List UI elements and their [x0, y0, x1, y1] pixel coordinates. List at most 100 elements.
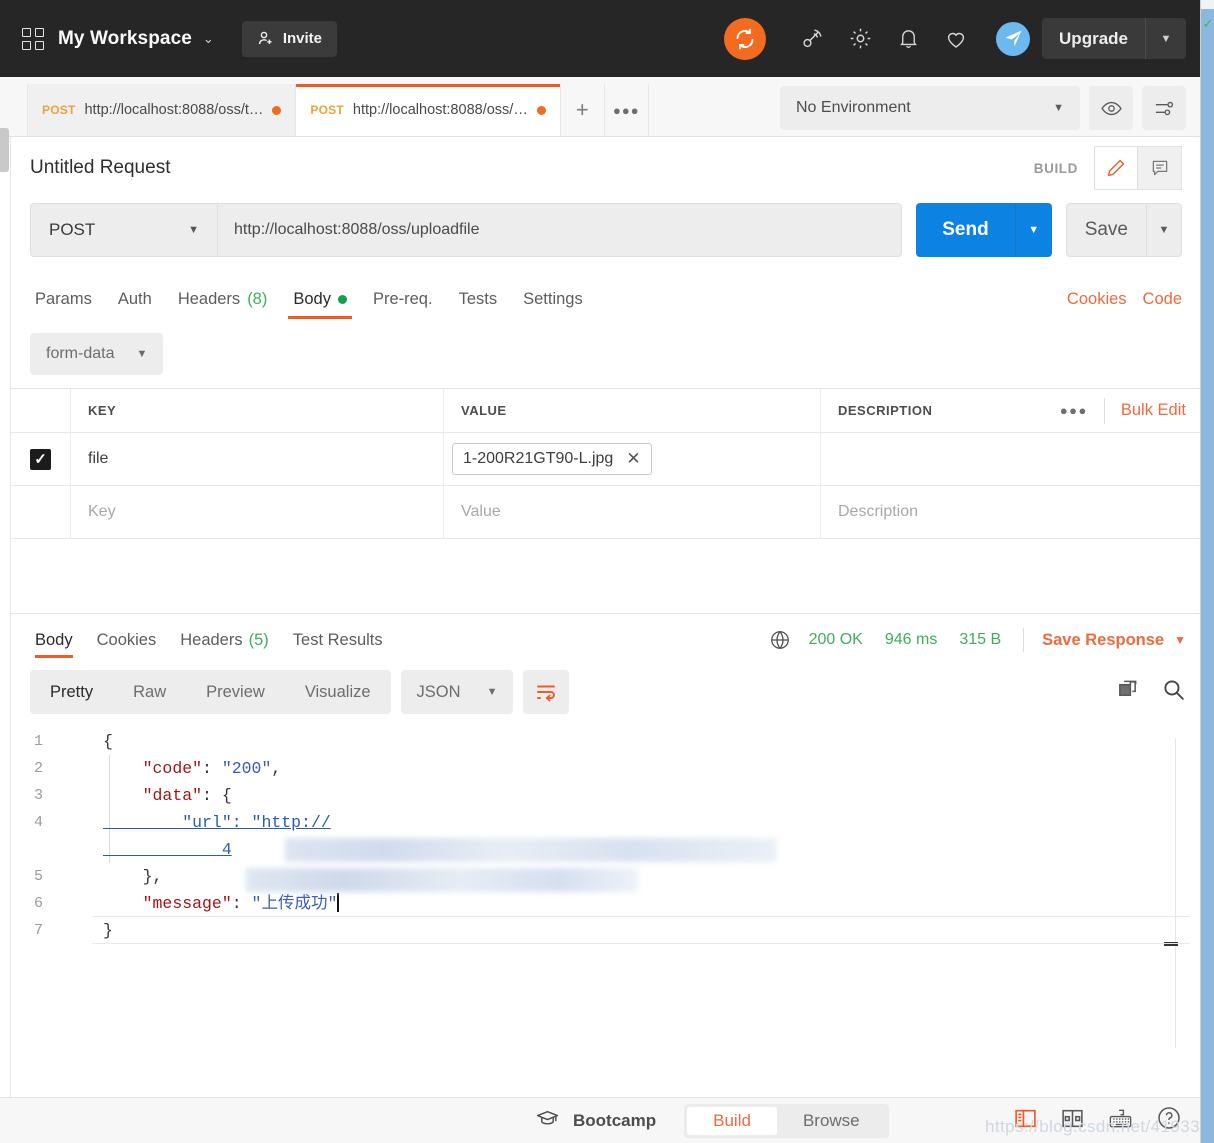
build-mode-button[interactable]: Build [687, 1106, 777, 1135]
environment-quick-look-button[interactable] [1089, 86, 1133, 130]
chevron-down-icon: ▼ [188, 224, 199, 236]
chevron-down-icon[interactable]: ▼ [1147, 204, 1181, 256]
tab-pre-request[interactable]: Pre-req. [360, 279, 446, 319]
postman-window: My Workspace ⌄ Invite Upgrade ▼ POST htt… [0, 0, 1214, 1143]
environment-settings-button[interactable] [1142, 86, 1186, 130]
body-type-label: form-data [46, 345, 115, 362]
format-label: JSON [416, 682, 461, 701]
chevron-down-icon[interactable]: ▼ [1174, 633, 1186, 647]
keyboard-shortcut-icon[interactable] [1107, 1106, 1134, 1136]
code-link[interactable]: Code [1143, 290, 1182, 309]
browse-mode-button[interactable]: Browse [777, 1107, 886, 1135]
response-tab-body[interactable]: Body [30, 614, 85, 666]
page-title[interactable]: Untitled Request [30, 157, 170, 179]
bulk-edit-button[interactable]: Bulk Edit [1105, 401, 1186, 420]
text-caret [337, 893, 340, 912]
response-tab-headers[interactable]: Headers (5) [168, 614, 281, 666]
tab-label: Tests [458, 289, 498, 308]
avatar[interactable] [996, 21, 1031, 56]
send-label: Send [942, 219, 989, 240]
line-number-gutter: 1 2 3 4 5 6 7 [11, 728, 49, 1058]
chevron-down-icon[interactable]: ▼ [1016, 203, 1052, 257]
cookies-link[interactable]: Cookies [1067, 290, 1127, 309]
browser-scrollbar[interactable]: ✓ [1200, 0, 1214, 1143]
search-icon[interactable] [1161, 677, 1186, 707]
sidebar-resize-handle[interactable] [0, 128, 9, 172]
viewer-mode-visualize[interactable]: Visualize [285, 670, 391, 714]
redacted-url-line-1 [285, 838, 777, 862]
response-format-selector[interactable]: JSON ▼ [400, 670, 514, 714]
satellite-icon[interactable] [788, 19, 836, 59]
workspace-name[interactable]: My Workspace [58, 28, 192, 50]
chevron-down-icon[interactable]: ▼ [1146, 18, 1186, 59]
tab-tests[interactable]: Tests [446, 279, 511, 319]
response-tab-test-results[interactable]: Test Results [281, 614, 395, 666]
file-chip[interactable]: 1-200R21GT90-L.jpg ✕ [452, 443, 652, 475]
two-pane-layout-icon[interactable] [1013, 1106, 1038, 1136]
request-tab[interactable]: POST http://localhost:8088/oss/… [296, 84, 561, 136]
tab-options-button[interactable]: ●●● [604, 84, 649, 136]
workspace-grid-icon[interactable] [22, 27, 44, 50]
new-tab-button[interactable]: + [560, 84, 605, 136]
viewer-actions [1116, 677, 1186, 707]
viewer-mode-preview[interactable]: Preview [186, 670, 285, 714]
active-line-highlight [92, 916, 1190, 944]
tab-label: Settings [523, 289, 583, 308]
viewer-mode-raw[interactable]: Raw [113, 670, 186, 714]
invite-button[interactable]: Invite [241, 20, 337, 57]
save-response-button[interactable]: Save Response [1042, 631, 1164, 650]
upgrade-button[interactable]: Upgrade ▼ [1042, 18, 1186, 59]
tab-body[interactable]: Body [280, 279, 360, 319]
upgrade-label: Upgrade [1059, 28, 1128, 48]
json-line: { [103, 732, 113, 751]
new-value-input[interactable]: Value [461, 503, 501, 521]
tab-params[interactable]: Params [30, 279, 105, 319]
unsaved-dot-icon [272, 105, 282, 115]
help-icon[interactable] [1156, 1105, 1182, 1136]
word-wrap-button[interactable] [523, 670, 570, 714]
new-key-input[interactable]: Key [88, 503, 116, 521]
code-scrollbar-track[interactable] [1175, 738, 1176, 1048]
tab-label: Body [35, 630, 73, 649]
tab-url: http://localhost:8088/oss/t… [84, 102, 264, 118]
sync-icon[interactable] [724, 17, 767, 60]
bootcamp-button[interactable]: Bootcamp [535, 1106, 656, 1136]
viewer-mode-pretty[interactable]: Pretty [30, 670, 113, 714]
environment-zone: No Environment ▼ [780, 86, 1200, 136]
table-options-button[interactable]: ●●● [1044, 403, 1104, 418]
body-mode-row: form-data ▼ [11, 319, 1200, 375]
body-type-selector[interactable]: form-data ▼ [30, 333, 164, 375]
tab-label: Headers [180, 630, 243, 649]
new-description-input[interactable]: Description [838, 503, 918, 521]
request-tab[interactable]: POST http://localhost:8088/oss/t… [27, 84, 297, 136]
copy-icon[interactable] [1116, 678, 1139, 706]
tab-auth[interactable]: Auth [105, 279, 165, 319]
heart-icon[interactable] [932, 19, 980, 59]
row-key[interactable]: file [88, 450, 108, 468]
tab-headers[interactable]: Headers (8) [165, 279, 281, 319]
environment-selector[interactable]: No Environment ▼ [780, 86, 1080, 130]
tab-settings[interactable]: Settings [510, 279, 596, 319]
http-method-selector[interactable]: POST ▼ [30, 203, 217, 257]
table-row[interactable]: Key Value Description [11, 486, 1200, 539]
table-row[interactable]: ✓ file 1-200R21GT90-L.jpg ✕ [11, 433, 1200, 486]
response-body-code[interactable]: 1 2 3 4 5 6 7 { "code": "200", "data": {… [11, 728, 1200, 1058]
response-time: 946 ms [884, 631, 938, 648]
url-input[interactable]: http://localhost:8088/oss/uploadfile [217, 203, 903, 257]
send-button[interactable]: Send ▼ [916, 203, 1052, 257]
json-lines: { "code": "200", "data": { "url": "http:… [103, 728, 1200, 1058]
remove-file-icon[interactable]: ✕ [626, 449, 640, 469]
save-button[interactable]: Save ▼ [1065, 203, 1182, 257]
scrollbar-top-cap [1201, 0, 1214, 9]
gear-icon[interactable] [836, 19, 884, 59]
split-pane-icon[interactable] [1060, 1106, 1085, 1136]
globe-icon [769, 629, 791, 651]
edit-request-button[interactable] [1094, 146, 1138, 190]
row-checkbox[interactable]: ✓ [30, 448, 51, 470]
response-tab-cookies[interactable]: Cookies [85, 614, 169, 666]
chevron-down-icon[interactable]: ⌄ [203, 31, 214, 47]
bell-icon[interactable] [884, 19, 932, 59]
line-number: 4 [33, 814, 43, 831]
comments-button[interactable] [1138, 146, 1182, 190]
url-row: POST ▼ http://localhost:8088/oss/uploadf… [11, 203, 1200, 257]
